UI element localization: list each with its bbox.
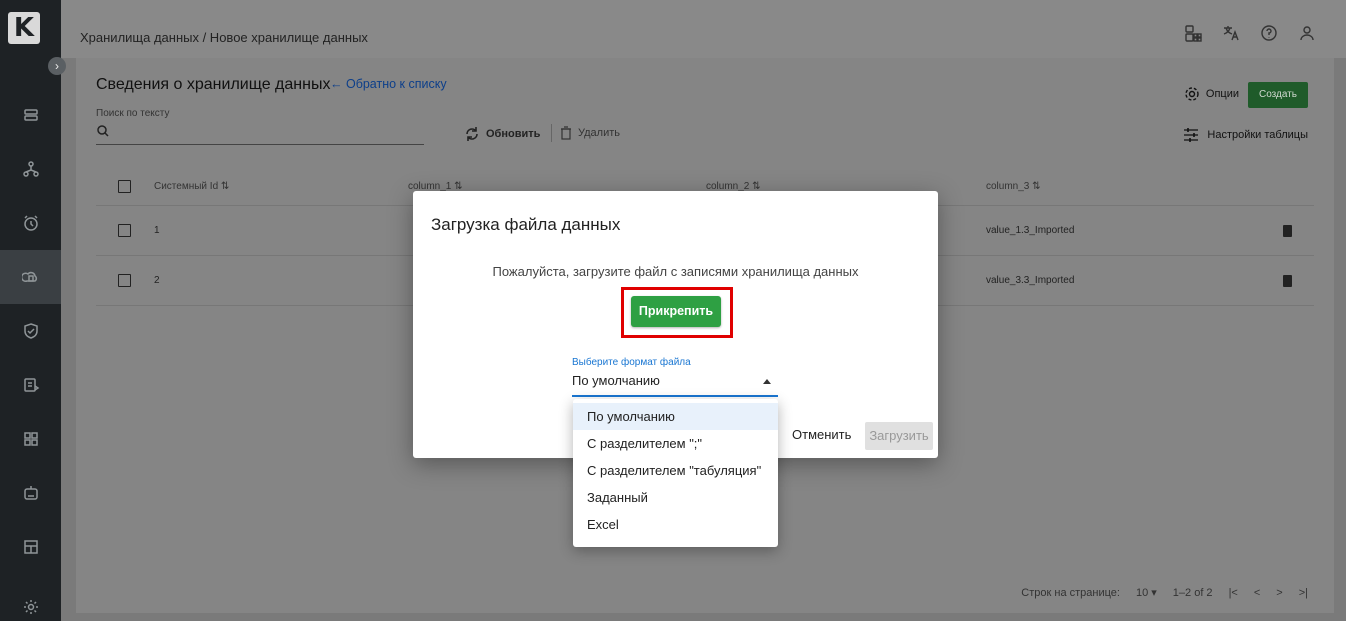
column-header[interactable]: column_3 ⇅ [986,181,1041,192]
translate-icon[interactable] [1222,24,1240,42]
expand-sidebar-button[interactable]: › [48,57,66,75]
next-page-button[interactable]: > [1276,587,1282,599]
delete-button[interactable]: Удалить [560,126,620,140]
format-option-custom[interactable]: Заданный [573,484,778,511]
row-col3: value_3.3_Imported [986,275,1075,286]
sidebar: K › [0,0,66,621]
trash-icon [561,126,571,140]
dialog-message: Пожалуйста, загрузите файл с записями хр… [492,264,859,279]
rows-per-page-label: Строк на странице: [1021,586,1120,599]
dialog-title: Загрузка файла данных [431,215,621,234]
row-checkbox[interactable] [118,274,131,287]
apps-icon[interactable] [0,412,61,466]
shield-icon[interactable] [0,304,61,358]
refresh-icon [466,127,478,141]
row-col3: value_1.3_Imported [986,225,1075,236]
page-title: Сведения о хранилище данных [96,76,331,93]
help-icon[interactable] [1260,24,1278,42]
format-option-tab[interactable]: С разделителем "табуляция" [573,457,778,484]
first-page-button[interactable]: |< [1229,587,1238,599]
options-button[interactable]: Опции [1184,86,1239,102]
prev-page-button[interactable]: < [1254,587,1260,599]
last-page-button[interactable]: >| [1299,587,1308,599]
upload-button[interactable]: Загрузить [865,422,933,450]
document-icon[interactable] [0,358,61,412]
chevron-up-icon[interactable] [763,379,771,384]
refresh-label: Обновить [486,128,541,140]
delete-row-icon[interactable] [1283,225,1292,237]
options-label: Опции [1205,88,1239,100]
network-icon[interactable] [0,142,61,196]
rows-per-page-select[interactable]: 10 ▾ [1136,586,1157,599]
search-icon [97,125,109,137]
format-select[interactable]: По умолчанию [572,373,660,388]
select-all-checkbox[interactable] [118,180,131,193]
format-option-semicolon[interactable]: С разделителем ";" [573,430,778,457]
robot-icon[interactable] [0,466,61,520]
pagination: Строк на странице: 10 ▾ 1–2 of 2 |< < > … [1021,586,1308,600]
apps-grid-icon[interactable] [1184,24,1202,42]
delete-row-icon[interactable] [1283,275,1292,287]
search-label: Поиск по тексту [96,108,170,119]
gear-icon [1185,87,1199,101]
page-range: 1–2 of 2 [1172,586,1213,599]
row-checkbox[interactable] [118,224,131,237]
storage-icon[interactable] [0,88,61,142]
back-to-list-link[interactable]: ← Обратно к списку [330,77,447,91]
dashboard-icon[interactable] [0,520,61,574]
gear-icon[interactable] [0,580,61,621]
cancel-button[interactable]: Отменить [792,427,851,442]
attach-button[interactable]: Прикрепить [631,296,721,327]
refresh-button[interactable]: Обновить [464,126,540,142]
format-option-default[interactable]: По умолчанию [573,403,778,430]
format-option-excel[interactable]: Excel [573,511,778,538]
breadcrumb[interactable]: Хранилища данных / Новое хранилище данны… [80,30,368,45]
search-input[interactable] [96,144,424,145]
row-id: 2 [154,275,160,286]
topbar: Хранилища данных / Новое хранилище данны… [61,0,1346,58]
cloud-db-icon[interactable] [0,250,61,304]
divider [551,124,552,142]
format-select-label: Выберите формат файла [572,357,691,368]
create-button[interactable]: Создать [1248,82,1308,108]
tune-icon [1184,128,1199,142]
user-icon[interactable] [1298,24,1316,42]
alarm-icon[interactable] [0,196,61,250]
format-dropdown-menu: По умолчанию С разделителем ";" С раздел… [573,399,778,547]
table-settings-label: Настройки таблицы [1207,129,1308,141]
app-logo: K [8,12,40,44]
table-settings-button[interactable]: Настройки таблицы [1183,128,1308,142]
column-header[interactable]: Системный Id ⇅ [154,181,229,192]
format-select-underline [572,395,778,397]
row-id: 1 [154,225,160,236]
delete-label: Удалить [578,127,620,139]
top-icons [1184,24,1316,42]
